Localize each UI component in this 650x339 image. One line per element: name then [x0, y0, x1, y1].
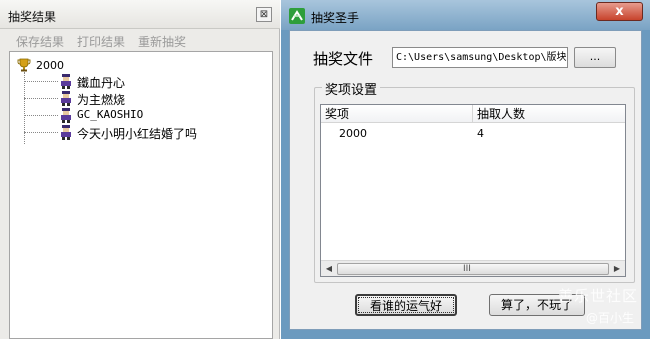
menu-redraw[interactable]: 重新抽奖 [138, 33, 186, 50]
tree-winner-node[interactable]: 今天小明小红结婚了吗 [24, 124, 264, 141]
column-header-prize[interactable]: 奖项 [321, 105, 473, 123]
cell-count: 4 [477, 127, 484, 140]
results-menubar: 保存结果 打印结果 重新抽奖 [0, 30, 280, 50]
horizontal-scrollbar[interactable]: ◀ III ▶ [321, 260, 625, 276]
watermark-site: 善乐世社区 [558, 287, 639, 305]
prize-list-header: 奖项 抽取人数 [321, 105, 625, 123]
results-window: 抽奖结果 ⊠ 保存结果 打印结果 重新抽奖 2000 鐵血丹心 为主燃烧 GC_… [0, 0, 280, 339]
cell-prize: 2000 [339, 127, 367, 140]
scroll-thumb[interactable]: III [337, 263, 609, 275]
tree-branch-line [24, 132, 58, 133]
prize-list[interactable]: 奖项 抽取人数 2000 4 ◀ III ▶ [320, 104, 626, 277]
winner-name: GC_KAOSHIO [77, 108, 144, 121]
menu-print-results[interactable]: 打印结果 [77, 33, 125, 50]
tree-winner-node[interactable]: GC_KAOSHIO [24, 107, 264, 123]
person-icon [61, 125, 71, 140]
person-icon [61, 91, 71, 106]
draw-button[interactable]: 看谁的运气好 [355, 294, 457, 316]
tree-branch-line [24, 98, 58, 99]
person-icon [61, 74, 71, 89]
lottery-titlebar: 抽奖圣手 x [281, 0, 650, 30]
person-icon [61, 108, 71, 123]
browse-button[interactable]: ... [574, 47, 616, 68]
winner-name: 鐵血丹心 [77, 76, 126, 90]
menu-save-results[interactable]: 保存结果 [16, 33, 64, 50]
tree-branch-line [24, 81, 58, 82]
results-titlebar: 抽奖结果 ⊠ [0, 0, 280, 29]
file-label: 抽奖文件 [313, 50, 374, 68]
tree-winner-node[interactable]: 为主燃烧 [24, 90, 264, 107]
winner-name: 为主燃烧 [77, 93, 126, 107]
scroll-left-arrow-icon[interactable]: ◀ [321, 261, 337, 277]
close-button[interactable]: x [596, 2, 643, 21]
tree-branch-line [24, 115, 58, 116]
scroll-grip: III [463, 264, 471, 274]
table-row[interactable]: 2000 4 [321, 125, 625, 141]
tree-winner-node[interactable]: 鐵血丹心 [24, 73, 264, 90]
app-icon [289, 8, 305, 24]
scroll-right-arrow-icon[interactable]: ▶ [609, 261, 625, 277]
prize-settings-title: 奖项设置 [322, 79, 381, 98]
file-path-field[interactable]: C:\Users\samsung\Desktop\版块 [392, 47, 568, 68]
results-close-button[interactable]: ⊠ [256, 7, 272, 22]
winner-name: 今天小明小红结婚了吗 [77, 127, 198, 141]
column-header-count[interactable]: 抽取人数 [473, 105, 625, 123]
tree-root-label: 2000 [36, 59, 64, 72]
results-window-title: 抽奖结果 [8, 10, 57, 24]
watermark-author: @百小生 [586, 311, 635, 325]
trophy-icon [17, 58, 31, 72]
lottery-window-title: 抽奖圣手 [311, 11, 360, 25]
results-tree: 2000 鐵血丹心 为主燃烧 GC_KAOSHIO 今天小明小红结婚了吗 [9, 51, 273, 339]
